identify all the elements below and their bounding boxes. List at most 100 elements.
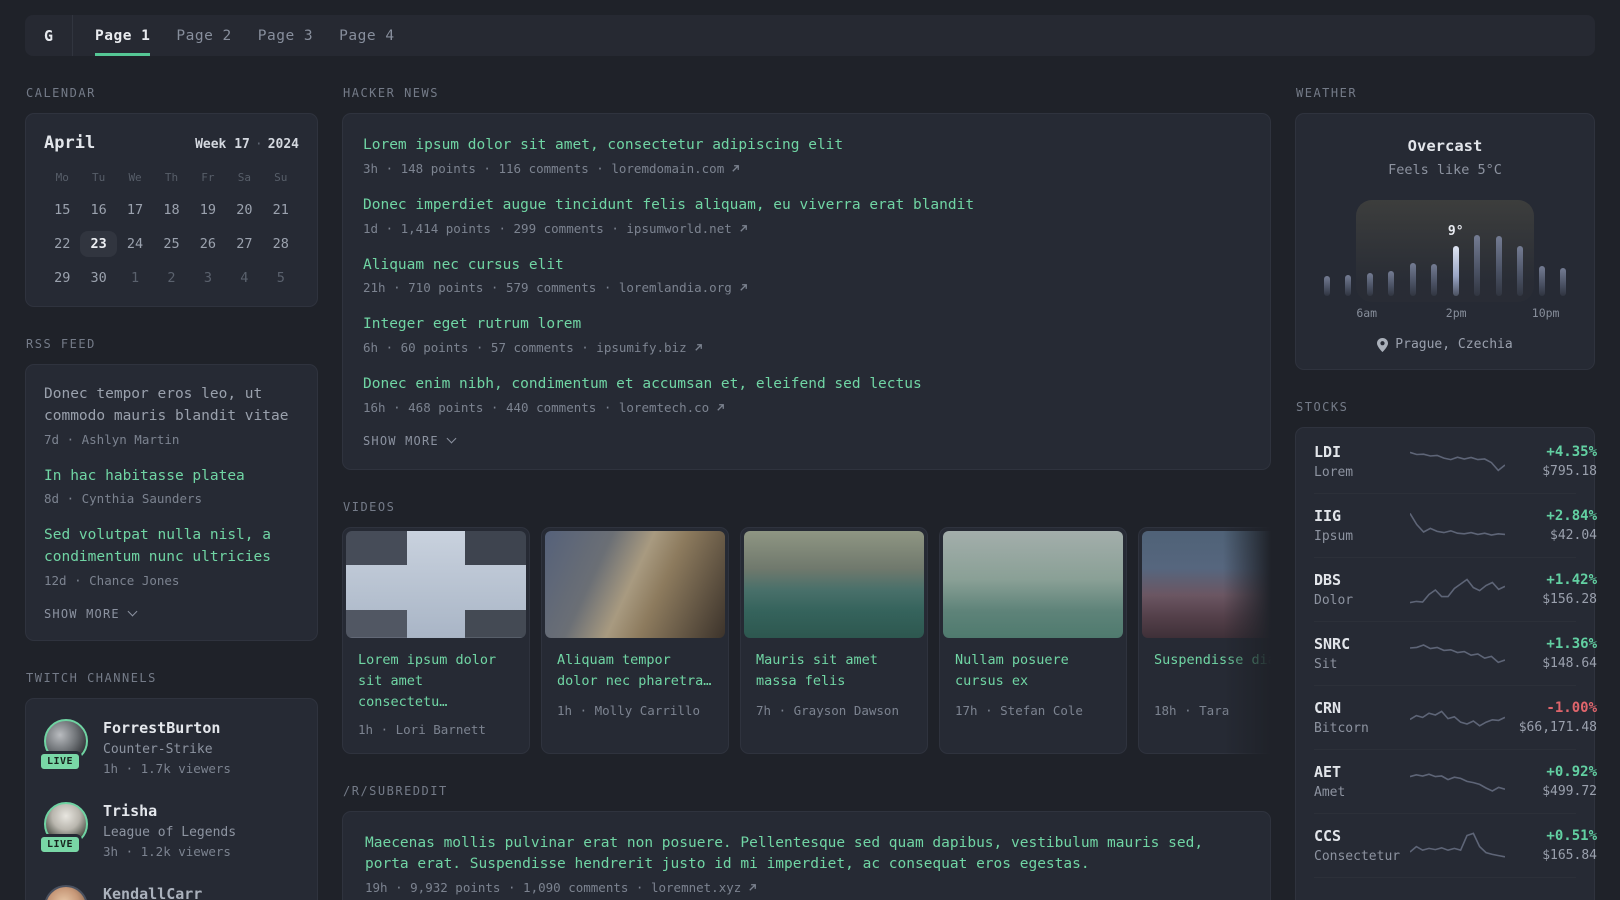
external-link-icon xyxy=(732,164,740,172)
stock-values: -1.00% $66,171.48 xyxy=(1505,700,1597,735)
twitch-channel-row[interactable]: LIVE ForrestBurton Counter-Strike 1h · 1.7k… xyxy=(38,718,299,776)
stock-id: SNRC Sit xyxy=(1314,635,1410,672)
nav-tab-page-1[interactable]: Page 1 xyxy=(95,15,151,56)
videos-section-label: VIDEOS xyxy=(343,499,396,514)
subreddit-title-link[interactable]: Maecenas mollis pulvinar erat non posuer… xyxy=(365,833,1248,877)
calendar-weekday-label: Su xyxy=(274,171,288,184)
stock-change: +1.42% xyxy=(1546,572,1597,588)
hackernews-show-more-button[interactable]: SHOW MORE xyxy=(363,434,457,448)
video-card[interactable]: Nullam posuere cursus ex 17h · Stefan Col… xyxy=(939,526,1127,754)
weather-bar xyxy=(1495,236,1502,296)
rss-item: Sed volutpat nulla nisl, a condimentum n… xyxy=(44,525,299,588)
video-meta: 7h · Grayson Dawson xyxy=(756,702,899,718)
stock-row[interactable]: LDI Lorem +4.35% $795.18 xyxy=(1314,430,1597,493)
video-thumbnail xyxy=(943,530,1123,638)
stock-sparkline xyxy=(1410,444,1505,480)
stock-price: $499.72 xyxy=(1542,784,1597,799)
stock-name: Lorem xyxy=(1314,465,1354,480)
video-card[interactable]: Aliquam tempor dolor nec pharetra… 1h · M… xyxy=(541,526,729,754)
hackernews-title-link[interactable]: Aliquam nec cursus elit xyxy=(363,255,1250,277)
twitch-channel-name: ForrestBurton xyxy=(103,718,221,737)
calendar-day-grid: 15 16 17 18 19 20 21 22 23 24 25 26 27 28 29 30 1 2 3 4 5 xyxy=(44,197,299,291)
stock-name: Ipsum xyxy=(1314,529,1354,544)
rss-show-more-button[interactable]: SHOW MORE xyxy=(44,607,138,621)
nav-tab-page-3[interactable]: Page 3 xyxy=(258,15,313,56)
calendar-day: 28 xyxy=(272,236,289,252)
stock-id: IIG Ipsum xyxy=(1314,507,1410,544)
stock-row[interactable]: CCS Consectetur +0.51% $165.84 xyxy=(1314,813,1597,877)
weather-condition: Overcast xyxy=(1407,137,1483,155)
calendar-day: 26 xyxy=(199,236,217,252)
hackernews-title-link[interactable]: Donec enim nibh, condimentum et accumsan… xyxy=(363,374,1250,396)
weather-bar xyxy=(1345,275,1352,296)
calendar-header: April Week 17 · 2024 xyxy=(44,133,299,153)
app-logo[interactable]: G xyxy=(25,15,73,56)
weather-chart-axis: 6am 2pm 10pm xyxy=(1322,306,1568,322)
stock-sparkline xyxy=(1410,508,1505,544)
stock-name: Sit xyxy=(1314,657,1338,672)
hackernews-item: Donec imperdiet augue tincidunt felis al… xyxy=(363,195,1250,236)
calendar-day: 1 xyxy=(130,270,140,286)
twitch-avatar-wrap xyxy=(44,884,88,900)
external-link-icon xyxy=(694,344,702,351)
calendar-widget: CALENDAR April Week 17 · 2024 Mo Tu We Th Fr Sa… xyxy=(25,86,318,307)
stock-row[interactable]: DBS Dolor +1.42% $156.28 xyxy=(1314,557,1597,621)
rss-list: Donec tempor eros leo, ut commodo mauris… xyxy=(44,384,299,588)
nav-tab-page-4[interactable]: Page 4 xyxy=(339,15,394,56)
rss-title-link[interactable]: Donec tempor eros leo, ut commodo mauris… xyxy=(44,384,299,428)
stock-price: $165.84 xyxy=(1542,848,1597,863)
weather-widget: WEATHER Overcast Feels like 5°C 9° 6am 2p… xyxy=(1295,86,1595,370)
hackernews-title-link[interactable]: Lorem ipsum dolor sit amet, consectetur … xyxy=(363,135,1250,157)
stock-symbol: CCS xyxy=(1314,827,1342,845)
rss-title-link[interactable]: Sed volutpat nulla nisl, a condimentum n… xyxy=(44,525,299,569)
stock-price: $148.64 xyxy=(1542,656,1597,671)
stock-values: +4.35% $795.18 xyxy=(1505,444,1597,479)
stock-change: +4.35% xyxy=(1546,444,1597,460)
stock-price: $795.18 xyxy=(1542,464,1597,479)
calendar-week-number: Week 17 xyxy=(195,137,250,152)
rss-widget: RSS FEED Donec tempor eros leo, ut commo… xyxy=(25,337,318,641)
calendar-weekday-label: Sa xyxy=(237,171,251,184)
stock-sparkline xyxy=(1410,828,1505,864)
left-column: CALENDAR April Week 17 · 2024 Mo Tu We Th Fr Sa… xyxy=(25,86,318,900)
stock-row[interactable]: IIG Ipsum +2.84% $42.04 xyxy=(1314,493,1597,557)
rss-title-link[interactable]: In hac habitasse platea xyxy=(44,466,299,488)
stock-change: +2.84% xyxy=(1546,508,1597,524)
calendar-day: 27 xyxy=(236,236,253,252)
calendar-day: 17 xyxy=(126,202,144,218)
twitch-channel-row[interactable]: LIVE Trisha League of Legends 3h · 1.2k vie… xyxy=(38,801,299,859)
stock-price: $156.28 xyxy=(1542,592,1597,607)
video-thumbnail xyxy=(346,530,526,638)
calendar-weekday-row: Mo Tu We Th Fr Sa Su xyxy=(44,171,299,184)
hackernews-title-link[interactable]: Donec imperdiet augue tincidunt felis al… xyxy=(363,195,1250,217)
stock-symbol: CRN xyxy=(1314,699,1342,717)
stock-row[interactable]: AHS+0.46% xyxy=(1314,877,1597,900)
external-link-icon xyxy=(717,403,725,411)
twitch-channel-row[interactable]: KendallCarr xyxy=(44,884,299,900)
hackernews-title-link[interactable]: Integer eget rutrum lorem xyxy=(363,314,1250,336)
stock-name: Amet xyxy=(1314,785,1346,800)
video-card[interactable]: Suspendisse diam 18h · Tara xyxy=(1138,526,1271,754)
stock-id: LDI Lorem xyxy=(1314,443,1410,480)
stock-row[interactable]: CRN Bitcorn -1.00% $66,171.48 xyxy=(1314,685,1597,749)
separator-dot: · xyxy=(254,137,263,152)
stock-symbol: DBS xyxy=(1314,571,1342,589)
stock-id: CCS Consectetur xyxy=(1314,827,1410,864)
stock-row[interactable]: AET Amet +0.92% $499.72 xyxy=(1314,749,1597,813)
video-card[interactable]: Mauris sit amet massa felis 7h · Grayson … xyxy=(740,526,928,754)
twitch-channel-name: Trisha xyxy=(103,801,158,820)
video-title: Nullam posuere cursus ex xyxy=(955,651,1069,689)
twitch-avatar-wrap: LIVE xyxy=(38,801,88,855)
calendar-day: 2 xyxy=(167,270,176,286)
twitch-channel-game: Counter-Strike xyxy=(103,741,213,757)
hackernews-meta: 3h · 148 points · 116 comments · loremdo… xyxy=(363,161,1250,176)
nav-tab-page-2[interactable]: Page 2 xyxy=(176,15,231,56)
video-meta: 18h · Tara xyxy=(1154,702,1230,718)
stock-row[interactable]: SNRC Sit +1.36% $148.64 xyxy=(1314,621,1597,685)
hackernews-list: Lorem ipsum dolor sit amet, consectetur … xyxy=(363,135,1250,415)
calendar-weekday-label: Fr xyxy=(201,171,215,184)
weather-location: Prague, Czechia xyxy=(1316,337,1574,352)
video-card[interactable]: Lorem ipsum dolor sit amet consectetu… 1h… xyxy=(342,526,530,754)
calendar-day: 20 xyxy=(236,202,253,218)
weather-axis-tick: 10pm xyxy=(1531,306,1560,320)
